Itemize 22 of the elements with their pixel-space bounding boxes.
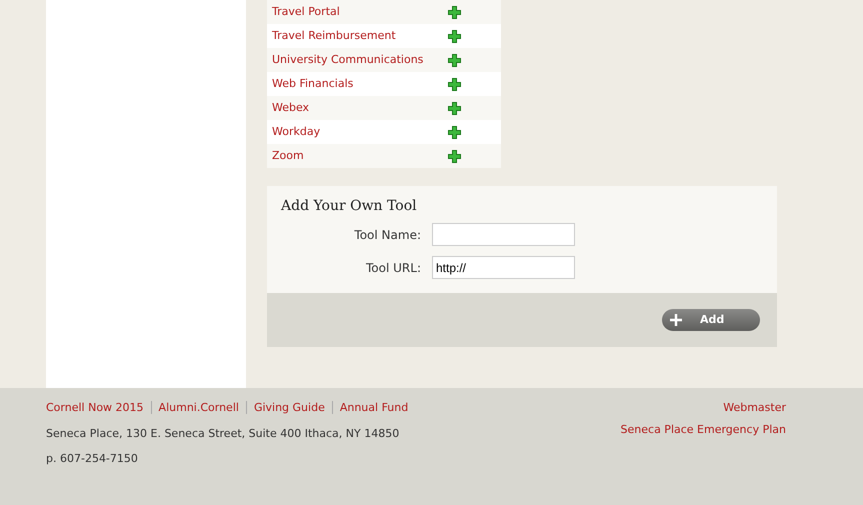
field-label: Tool Name: bbox=[353, 226, 422, 244]
add-button[interactable]: Add bbox=[662, 309, 760, 331]
plus-icon[interactable] bbox=[448, 30, 461, 42]
input-field[interactable] bbox=[432, 223, 575, 246]
footer-link[interactable]: Webmaster bbox=[723, 400, 786, 416]
plus-icon[interactable] bbox=[448, 78, 461, 90]
field-label: Tool URL: bbox=[365, 260, 422, 276]
phone-text: p. 607-254-7150 bbox=[46, 451, 139, 467]
footer-link[interactable]: Alumni.Cornell bbox=[158, 401, 239, 414]
footer-link[interactable]: Giving Guide bbox=[254, 401, 325, 414]
footer-link[interactable]: Seneca Place Emergency Plan bbox=[620, 422, 786, 438]
plus-icon[interactable] bbox=[448, 150, 461, 162]
input-field[interactable]: http:// bbox=[432, 256, 575, 279]
panel-title: Add Your Own Tool bbox=[280, 197, 418, 216]
footer-link[interactable]: Annual Fund bbox=[340, 401, 408, 414]
plus-icon[interactable] bbox=[448, 102, 461, 114]
plus-icon bbox=[670, 314, 682, 326]
plus-icon[interactable] bbox=[448, 6, 461, 18]
plus-icon[interactable] bbox=[448, 54, 461, 66]
address-text: Seneca Place, 130 E. Seneca Street, Suite 400 Ithaca, NY 14850 bbox=[46, 426, 400, 442]
footer-link[interactable]: Cornell Now 2015 bbox=[46, 401, 144, 414]
plus-icon[interactable] bbox=[448, 126, 461, 138]
